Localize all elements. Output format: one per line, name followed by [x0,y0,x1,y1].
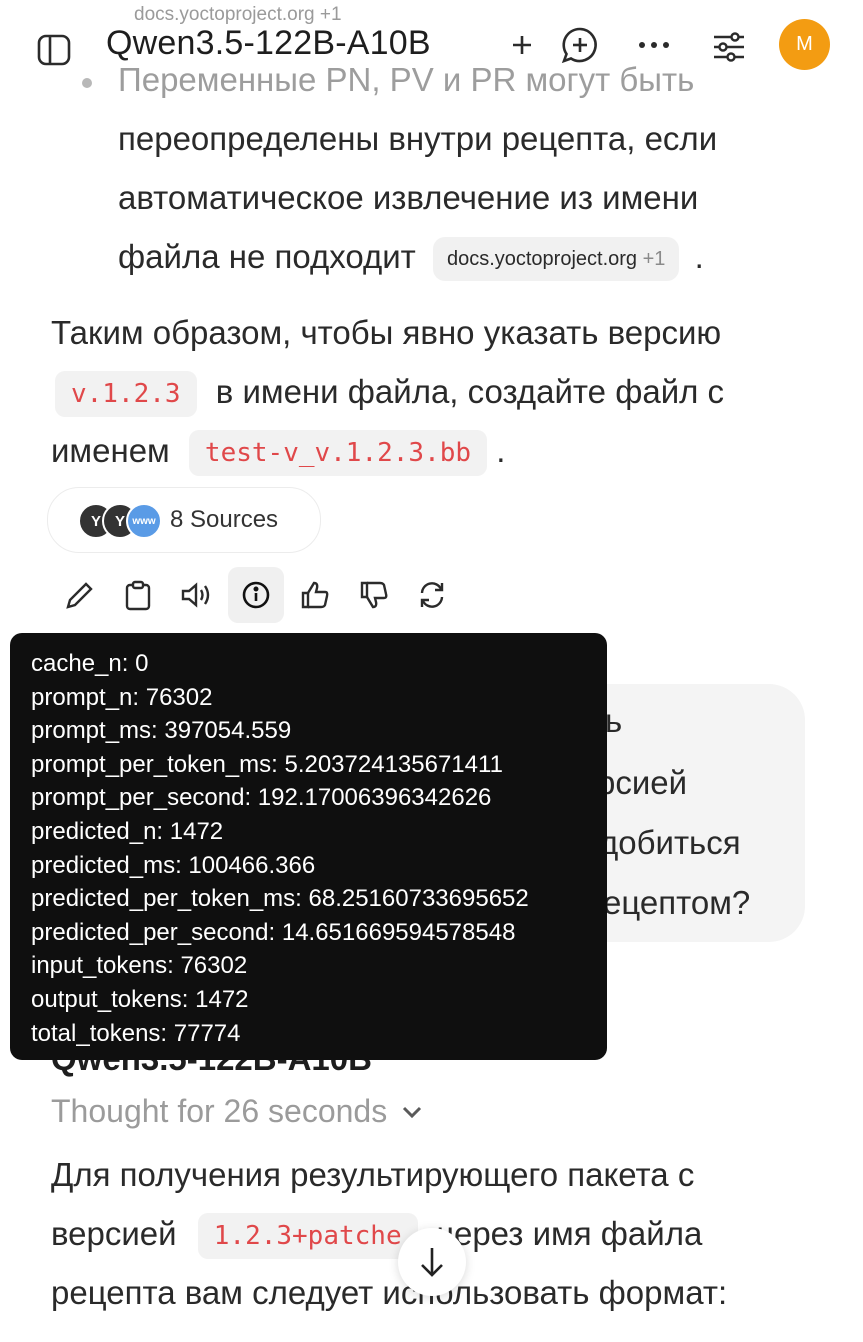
reply-line-2: версией 1.2.3+patche через имя файла [51,1204,702,1263]
tooltip-row: predicted_per_second: 14.651669594578548 [31,918,516,946]
tooltip-row: predicted_n: 1472 [31,817,224,845]
user-avatar[interactable]: M [779,19,830,70]
tooltip-row: predicted_per_token_ms: 68.2516073369565… [31,885,529,913]
copy-icon[interactable] [110,567,166,623]
bullet-line-1: Переменные PN, PV и PR могут быть [118,61,695,98]
edit-icon[interactable] [52,567,108,623]
speaker-icon[interactable] [169,567,225,623]
tooltip-row: output_tokens: 1472 [31,985,249,1013]
tooltip-row: prompt_per_second: 192.17006396342626 [31,784,492,812]
thought-label: Thought for 26 seconds [51,1093,388,1129]
www-icon: www [126,503,162,539]
reply-line-2-pre: версией [51,1215,177,1252]
para-line-3: именем test-v_v.1.2.3.bb . [51,421,505,480]
user-message-line-2: рсией [597,764,688,801]
inline-code-version-patched: 1.2.3+patche [197,1213,418,1260]
para-line-3-text: именем [51,432,170,469]
reply-line-1: Для получения результирующего пакета с [51,1156,695,1193]
bullet-line-4-text: файла не подходит [118,238,416,275]
source-chip-domain: docs.yoctoproject.org [446,248,638,271]
user-message-line-1: ь [605,702,623,739]
info-icon[interactable] [228,567,284,623]
para-line-3-end: . [496,432,506,469]
settings-sliders-icon[interactable] [708,26,750,68]
thought-toggle[interactable]: Thought for 26 seconds [51,1093,423,1130]
list-bullet [82,78,92,88]
source-chip[interactable]: docs.yoctoproject.org +1 [432,237,680,282]
tooltip-row: prompt_ms: 397054.559 [31,717,292,745]
sidebar-toggle-icon[interactable] [32,28,76,72]
thumbs-down-icon[interactable] [346,567,402,623]
chevron-down-icon [401,1105,423,1119]
tooltip-row: cache_n: 0 [31,650,149,677]
tooltip-row: prompt_per_token_ms: 5.203724135671411 [31,750,503,778]
user-message-line-4: ецептом? [603,884,751,921]
reply-line-2-post: через имя файла [436,1215,703,1252]
sources-label: 8 Sources [170,506,279,533]
thumbs-up-icon[interactable] [287,567,343,623]
para-line-1: Таким образом, чтобы явно указать версию [51,314,722,351]
scroll-to-bottom-button[interactable] [398,1228,466,1296]
bullet-line-4: файла не подходит docs.yoctoproject.org … [118,227,704,286]
scrolled-source-chip: docs.yoctoproject.org +1 [134,4,342,25]
para-line-2-text: в имени файла, создайте файл с [215,373,725,410]
bullet-line-4-end: . [694,238,704,275]
sources-button[interactable]: Y Y www 8 Sources [47,487,321,553]
source-chip-count: +1 [642,248,666,271]
tooltip-row: total_tokens: 77774 [31,1019,241,1047]
para-line-2: v.1.2.3 в имени файла, создайте файл с [51,362,724,421]
tooltip-row: input_tokens: 76302 [31,952,248,980]
tooltip-row: predicted_ms: 100466.366 [31,851,316,879]
bullet-line-2: переопределены внутри рецепта, если [118,120,718,157]
reply-line-3: рецепта вам следует использовать формат: [51,1274,728,1311]
generation-info-tooltip: cache_n: 0 prompt_n: 76302 prompt_ms: 39… [10,633,607,1060]
inline-code-version: v.1.2.3 [55,371,197,418]
user-message-bubble: ь рсией добиться ецептом? [573,684,805,942]
regenerate-icon[interactable] [404,567,460,623]
inline-code-filename: test-v_v.1.2.3.bb [188,430,488,477]
arrow-down-icon [417,1245,447,1279]
user-message-line-3: добиться [599,824,741,861]
bullet-line-3: автоматическое извлечение из имени [118,179,699,216]
tooltip-row: prompt_n: 76302 [31,683,213,711]
